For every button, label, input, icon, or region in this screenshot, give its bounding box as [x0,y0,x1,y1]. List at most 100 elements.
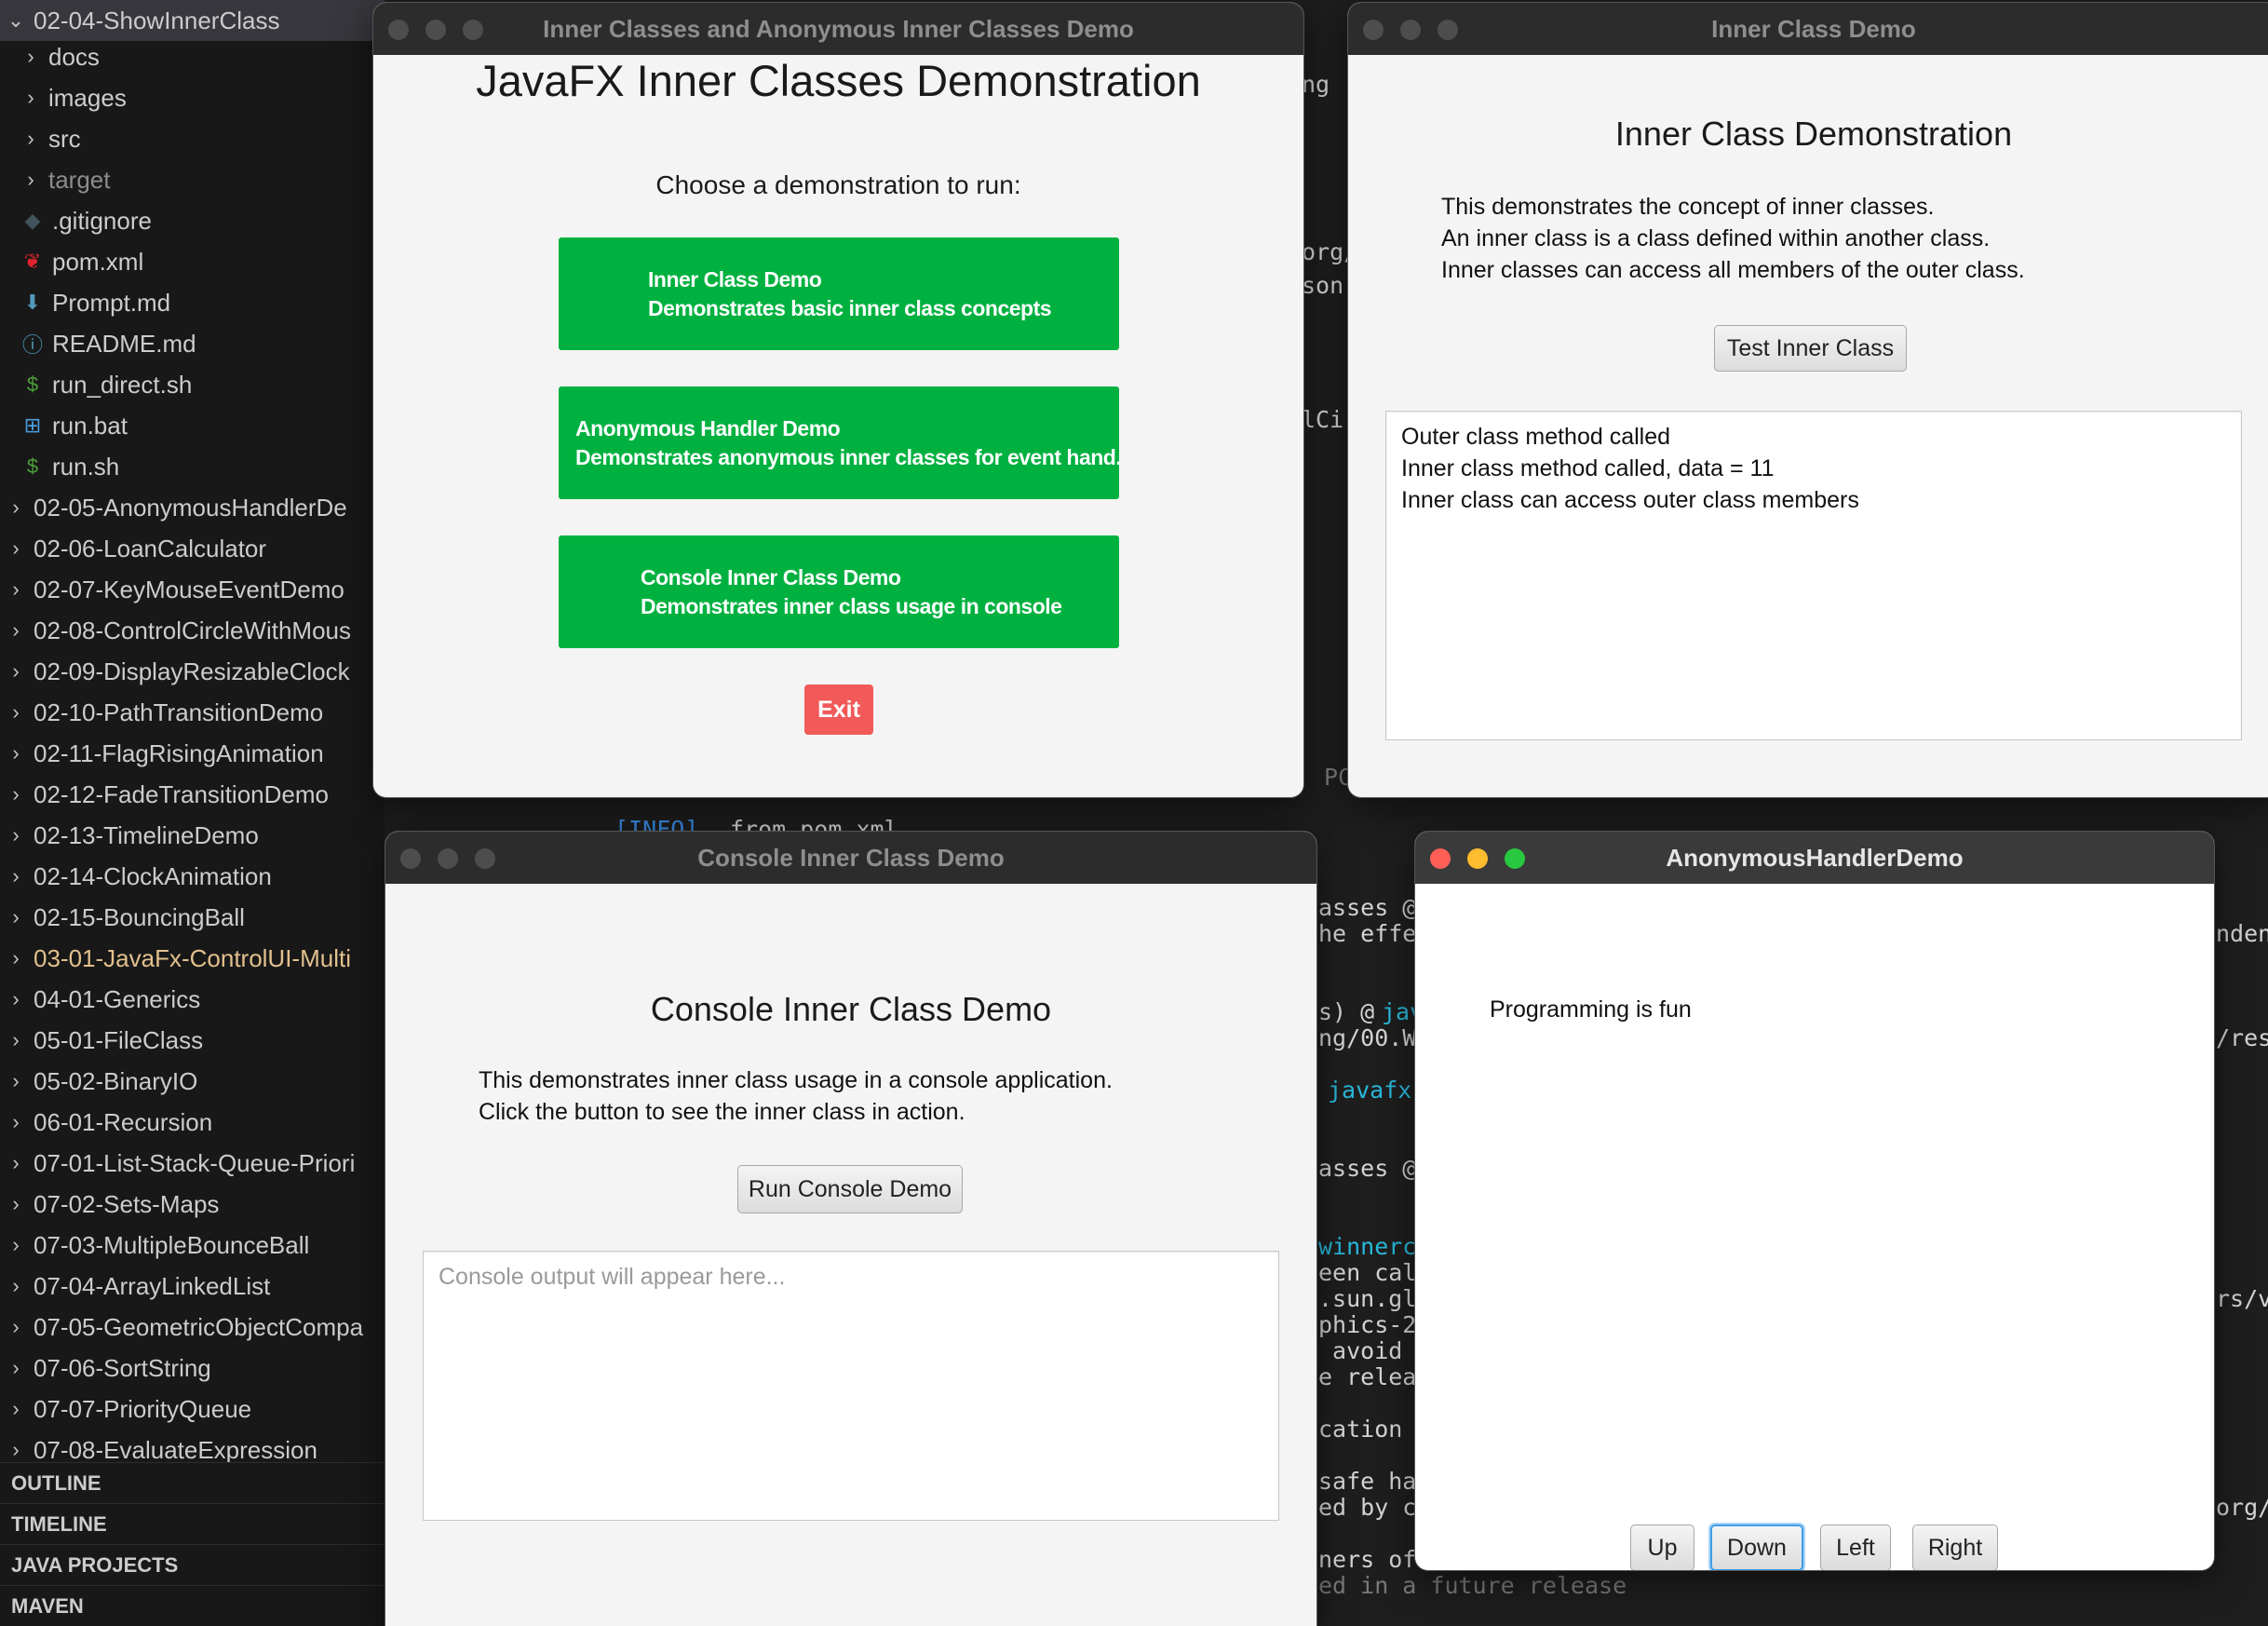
java-projects-section[interactable]: JAVA PROJECTS [0,1544,385,1585]
inner-class-demo-button[interactable]: Inner Class Demo Demonstrates basic inne… [559,237,1119,350]
minimize-icon[interactable] [1467,848,1488,869]
tree-label: 07-05-GeometricObjectCompa [34,1312,364,1341]
tree-label: 07-03-MultipleBounceBall [34,1230,310,1259]
tree-folder-item[interactable]: › 02-12-FadeTransitionDemo [0,774,385,815]
tree-label: 05-01-FileClass [34,1025,204,1054]
window-titlebar[interactable]: Inner Class Demo [1348,3,2268,55]
terminal-text: ed by co [1318,1494,1431,1521]
tree-folder-src[interactable]: › src [0,118,385,159]
tree-folder-item[interactable]: › 02-05-AnonymousHandlerDe [0,487,385,528]
output-text-area[interactable]: Outer class method called Inner class me… [1385,411,2242,740]
window-controls [400,848,495,869]
zoom-icon[interactable] [1505,848,1525,869]
tree-folder-item[interactable]: › 07-01-List-Stack-Queue-Priori [0,1143,385,1184]
tree-file-readme[interactable]: ⓘ README.md [0,323,385,364]
tree-label: 02-09-DisplayResizableClock [34,657,350,685]
window-controls [1430,848,1525,869]
tree-folder-item[interactable]: › 02-07-KeyMouseEventDemo [0,569,385,610]
tree-folder-target[interactable]: › target [0,159,385,200]
tree-label: 02-12-FadeTransitionDemo [34,779,329,808]
tree-file-gitignore[interactable]: ◆ .gitignore [0,200,385,241]
tree-label: 07-02-Sets-Maps [34,1189,220,1218]
maven-section[interactable]: MAVEN [0,1585,385,1626]
tree-folder-item[interactable]: › 02-08-ControlCircleWithMous [0,610,385,651]
page-title: JavaFX Inner Classes Demonstration [476,56,1201,105]
zoom-icon[interactable] [463,20,483,40]
minimize-icon[interactable] [1400,20,1421,40]
output-line: Inner class method called, data = 11 [1401,455,1775,481]
terminal-text: org/ [2216,1494,2268,1521]
outline-section[interactable]: OUTLINE [0,1462,385,1503]
tree-file-pom[interactable]: ❦ pom.xml [0,241,385,282]
console-output-area[interactable]: Console output will appear here... [423,1251,1279,1521]
tree-label: 04-01-Generics [34,984,201,1013]
zoom-icon[interactable] [1438,20,1458,40]
tree-folder-item[interactable]: › 02-10-PathTransitionDemo [0,692,385,733]
anonymous-handler-demo-button[interactable]: Anonymous Handler Demo Demonstrates anon… [559,386,1119,499]
tree-folder-item[interactable]: › 07-04-ArrayLinkedList [0,1266,385,1307]
close-icon[interactable] [400,848,421,869]
chevron-right-icon: › [12,741,20,765]
tree-label: run_direct.sh [52,370,193,399]
left-button[interactable]: Left [1820,1524,1891,1570]
window-titlebar[interactable]: Console Inner Class Demo [385,832,1316,884]
tree-file-prompt[interactable]: ⬇ Prompt.md [0,282,385,323]
tree-label: run.bat [52,411,128,440]
terminal-text: asses @ [1318,1155,1417,1182]
tree-folder-item[interactable]: › 02-09-DisplayResizableClock [0,651,385,692]
console-inner-class-demo-button[interactable]: Console Inner Class Demo Demonstrates in… [559,535,1119,648]
prompt-label: Choose a demonstration to run: [655,170,1021,199]
window-titlebar[interactable]: Inner Classes and Anonymous Inner Classe… [373,3,1303,55]
output-placeholder: Console output will appear here... [439,1264,786,1290]
terminal-text: nden [2216,920,2268,947]
tree-folder-item[interactable]: › 02-15-BouncingBall [0,897,385,938]
terminal-text: avoid a [1318,1337,1431,1364]
tree-folder-item[interactable]: › 07-02-Sets-Maps [0,1184,385,1225]
right-button[interactable]: Right [1912,1524,1998,1570]
window-content: JavaFX Inner Classes Demonstration Choos… [373,55,1303,797]
tree-folder-project[interactable]: ⌄ 02-04-ShowInnerClass [0,0,385,41]
tree-label: 02-08-ControlCircleWithMous [34,616,351,644]
tree-label: target [48,165,111,194]
tree-folder-item[interactable]: › 05-02-BinaryIO [0,1061,385,1102]
tree-folder-item[interactable]: › 02-11-FlagRisingAnimation [0,733,385,774]
chevron-down-icon: ⌄ [7,8,25,32]
minimize-icon[interactable] [425,20,446,40]
close-icon[interactable] [388,20,409,40]
info-icon: ⓘ [21,333,43,357]
run-console-demo-button[interactable]: Run Console Demo [737,1165,963,1213]
chevron-right-icon: › [12,1274,20,1297]
terminal-text: e releas [1318,1363,1431,1390]
shell-dollar-icon: $ [26,373,39,396]
minimize-icon[interactable] [438,848,458,869]
tree-file-run-direct[interactable]: $ run_direct.sh [0,364,385,405]
close-icon[interactable] [1363,20,1384,40]
tree-folder-item[interactable]: › 02-06-LoanCalculator [0,528,385,569]
tree-folder-images[interactable]: › images [0,77,385,118]
tree-folder-item[interactable]: › 06-01-Recursion [0,1102,385,1143]
exit-button[interactable]: Exit [804,684,873,735]
zoom-icon[interactable] [475,848,495,869]
tree-folder-item[interactable]: › 05-01-FileClass [0,1020,385,1061]
chevron-right-icon: › [12,1110,20,1133]
chevron-right-icon: › [12,782,20,806]
tree-folder-item[interactable]: › 02-13-TimelineDemo [0,815,385,856]
tree-folder-docs[interactable]: › docs [0,36,385,77]
tree-folder-item[interactable]: › 02-14-ClockAnimation [0,856,385,897]
close-icon[interactable] [1430,848,1451,869]
tree-folder-item[interactable]: › 03-01-JavaFx-ControlUI-Multi [0,938,385,979]
tree-folder-item[interactable]: › 07-07-PriorityQueue [0,1389,385,1430]
tree-folder-item[interactable]: › 04-01-Generics [0,979,385,1020]
tree-file-run-sh[interactable]: $ run.sh [0,446,385,487]
down-button[interactable]: Down [1710,1524,1803,1570]
button-title: Anonymous Handler Demo [575,415,841,440]
maven-feather-icon: ❦ [23,250,42,273]
timeline-section[interactable]: TIMELINE [0,1503,385,1544]
tree-folder-item[interactable]: › 07-03-MultipleBounceBall [0,1225,385,1266]
tree-folder-item[interactable]: › 07-06-SortString [0,1348,385,1389]
up-button[interactable]: Up [1630,1524,1694,1570]
tree-folder-item[interactable]: › 07-05-GeometricObjectCompa [0,1307,385,1348]
test-inner-class-button[interactable]: Test Inner Class [1714,325,1907,372]
tree-file-run-bat[interactable]: ⊞ run.bat [0,405,385,446]
window-titlebar[interactable]: AnonymousHandlerDemo [1415,832,2214,884]
